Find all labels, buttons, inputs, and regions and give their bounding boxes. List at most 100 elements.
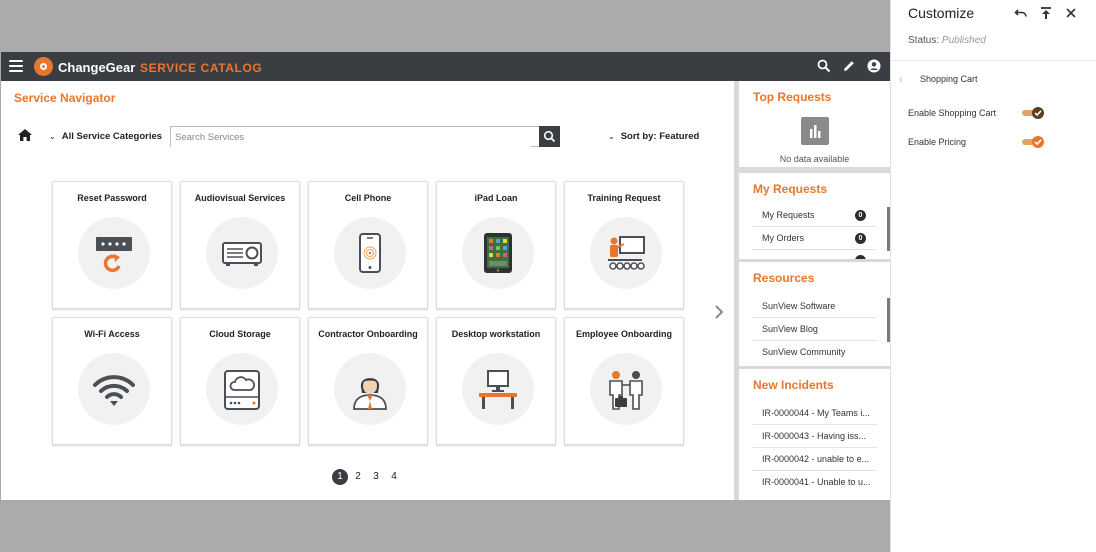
tile-icon-circle [462, 217, 534, 289]
count-badge: 0 [855, 233, 866, 244]
ipad-icon [484, 233, 512, 273]
list-item[interactable]: My Orders 0 [752, 227, 876, 250]
tile-title: iPad Loan [474, 193, 518, 203]
module-title: SERVICE CATALOG [140, 61, 263, 75]
tile-title: Cell Phone [344, 193, 392, 203]
cell-phone-icon [359, 233, 381, 273]
tile-title: Audiovisual Services [194, 193, 286, 203]
list-item[interactable]: My Requests 0 [752, 204, 876, 227]
check-icon [1032, 136, 1044, 148]
edit-pencil-icon[interactable] [841, 58, 857, 74]
list-item-label: My Orders [762, 233, 805, 243]
close-icon[interactable] [1064, 6, 1078, 20]
sort-dropdown-label: Sort by: Featured [620, 131, 700, 142]
tile-title: Employee Onboarding [575, 329, 672, 339]
resources-widget-body: Resources SunView Software SunView Blog … [739, 262, 890, 366]
publish-status: Status: Published [908, 35, 986, 46]
service-tile-desktop-workstation[interactable]: Desktop workstation [436, 317, 556, 445]
service-tile-training-request[interactable]: Training Request [564, 181, 684, 309]
user-account-icon[interactable] [866, 58, 882, 74]
enable-pricing-toggle[interactable] [1022, 136, 1044, 148]
divider [891, 60, 1096, 61]
page-title: Service Navigator [14, 91, 116, 105]
page-3-button[interactable]: 3 [368, 469, 384, 485]
enable-shopping-cart-toggle[interactable] [1022, 107, 1044, 119]
my-requests-widget: My Requests My Requests 0 My Orders 0 [739, 173, 890, 259]
incidents-list: IR-0000044 - My Teams i... IR-0000043 - … [752, 402, 877, 494]
incident-link[interactable]: IR-0000042 - unable to e... [752, 448, 877, 471]
tile-title: Contractor Onboarding [318, 329, 418, 339]
incident-link[interactable]: IR-0000044 - My Teams i... [752, 402, 877, 425]
search-input[interactable] [171, 128, 531, 147]
list-item-partial[interactable] [752, 250, 876, 259]
tile-icon-circle [78, 217, 150, 289]
status-value: Published [941, 35, 986, 46]
no-data-text: No data available [779, 154, 850, 164]
tile-title: Cloud Storage [209, 329, 271, 339]
tile-title: Training Request [587, 193, 661, 203]
search-box [170, 126, 560, 147]
customize-panel: Customize Status: Published ‹ Shopping C… [890, 0, 1096, 552]
search-icon[interactable] [816, 58, 832, 74]
search-icon [543, 130, 556, 143]
service-tile-cell-phone[interactable]: Cell Phone [308, 181, 428, 309]
tile-icon-circle [206, 353, 278, 425]
contractor-icon [353, 378, 387, 410]
resources-list: SunView Software SunView Blog SunView Co… [752, 295, 876, 364]
incident-link[interactable]: IR-0000043 - Having iss... [752, 425, 877, 448]
desktop-icon [479, 370, 517, 409]
top-requests-widget: Top Requests No data available [739, 81, 890, 167]
back-chevron-icon[interactable]: ‹ [899, 74, 903, 86]
count-badge-partial [855, 255, 866, 259]
service-tile-contractor-onboarding[interactable]: Contractor Onboarding [308, 317, 428, 445]
tile-icon-circle [206, 217, 278, 289]
incident-link[interactable]: IR-0000041 - Unable to u... [752, 471, 877, 494]
service-navigator-panel: Service Navigator ⌄ All Service Categorie… [1, 81, 734, 500]
hamburger-menu-icon[interactable] [9, 60, 23, 72]
panel-title: Customize [908, 5, 975, 21]
service-tile-employee-onboarding[interactable]: Employee Onboarding [564, 317, 684, 445]
page-2-button[interactable]: 2 [350, 469, 366, 485]
service-tile-wifi-access[interactable]: Wi-Fi Access [52, 317, 172, 445]
chevron-down-icon: ⌄ [608, 132, 615, 141]
list-item-label: My Requests [762, 210, 815, 220]
my-requests-list: My Requests 0 My Orders 0 [752, 204, 876, 259]
page-1-button[interactable]: 1 [332, 469, 348, 485]
tile-title: Wi-Fi Access [84, 329, 140, 339]
resource-link[interactable]: SunView Blog [752, 318, 876, 341]
page-4-button[interactable]: 4 [386, 469, 402, 485]
tile-icon-circle [334, 217, 406, 289]
chevron-down-icon: ⌄ [49, 132, 56, 141]
category-dropdown-label: All Service Categories [61, 131, 163, 142]
service-tile-ipad-loan[interactable]: iPad Loan [436, 181, 556, 309]
next-page-arrow-icon[interactable] [712, 303, 726, 321]
tile-title: Reset Password [77, 193, 147, 203]
tile-title: Desktop workstation [451, 329, 541, 339]
section-title: Shopping Cart [920, 74, 978, 84]
service-tile-audiovisual[interactable]: Audiovisual Services [180, 181, 300, 309]
widget-title: Top Requests [753, 90, 832, 104]
check-icon [1032, 107, 1044, 119]
category-dropdown[interactable]: ⌄ All Service Categories [49, 131, 162, 142]
resource-link[interactable]: SunView Software [752, 295, 876, 318]
service-tile-cloud-storage[interactable]: Cloud Storage [180, 317, 300, 445]
brand-name: ChangeGear [58, 60, 136, 75]
widget-title: Resources [753, 271, 815, 285]
password-reset-icon [96, 237, 132, 273]
publish-icon[interactable] [1039, 6, 1053, 20]
sort-dropdown[interactable]: ⌄ Sort by: Featured [608, 131, 699, 142]
projector-icon [222, 242, 262, 266]
home-icon[interactable] [18, 129, 32, 141]
widget-title: My Requests [753, 182, 828, 196]
status-label: Status: [908, 35, 940, 46]
new-incidents-widget: New Incidents IR-0000044 - My Teams i...… [739, 369, 890, 500]
undo-icon[interactable] [1014, 6, 1028, 20]
employee-onboarding-icon [609, 371, 643, 410]
tile-icon-circle [590, 353, 662, 425]
resource-link[interactable]: SunView Community [752, 341, 876, 364]
search-button[interactable] [539, 126, 560, 147]
count-badge: 0 [855, 210, 866, 221]
tile-icon-circle [334, 353, 406, 425]
service-tile-reset-password[interactable]: Reset Password [52, 181, 172, 309]
tile-icon-circle [462, 353, 534, 425]
